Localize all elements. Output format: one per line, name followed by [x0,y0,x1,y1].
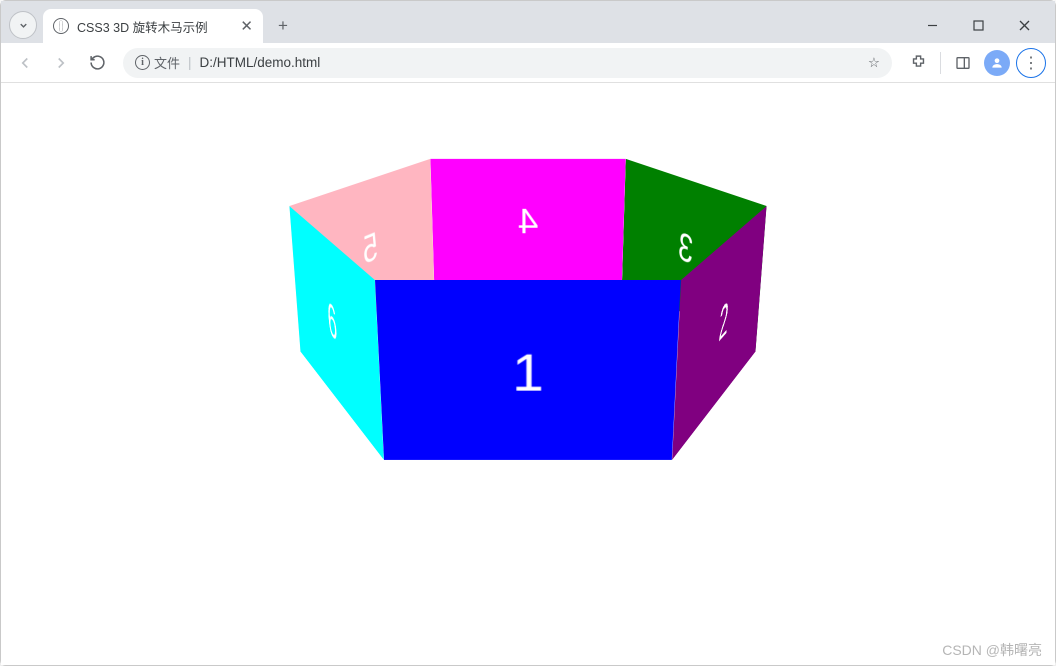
window-controls [909,7,1047,43]
side-panel-icon[interactable] [947,47,979,79]
carousel-panel-1: 1 [375,280,681,460]
close-tab-icon[interactable]: ✕ [240,17,253,35]
reload-button[interactable] [81,47,113,79]
kebab-icon: ⋮ [1016,48,1046,78]
profile-avatar[interactable] [981,47,1013,79]
divider [940,52,941,74]
carousel-scene: 1 2 3 4 5 6 [378,203,678,403]
menu-button[interactable]: ⋮ [1015,47,1047,79]
globe-icon [53,18,69,34]
panel-number: 5 [362,223,379,274]
page-viewport: 1 2 3 4 5 6 [1,83,1055,665]
carousel-3d: 1 2 3 4 5 6 [409,206,647,352]
file-label: 文件 [154,53,180,72]
toolbar: i 文件 | D:/HTML/demo.html ☆ ⋮ [1,43,1055,83]
info-icon: i [135,55,150,70]
minimize-button[interactable] [909,9,955,41]
avatar-icon [984,50,1010,76]
extensions-icon[interactable] [902,47,934,79]
tab-strip: CSS3 3D 旋转木马示例 ✕ + [1,1,1055,43]
watermark: CSDN @韩曙亮 [942,640,1042,660]
forward-button[interactable] [45,47,77,79]
tab-title: CSS3 3D 旋转木马示例 [77,17,208,36]
new-tab-button[interactable]: + [269,12,297,40]
browser-tab[interactable]: CSS3 3D 旋转木马示例 ✕ [43,9,263,43]
panel-number: 1 [512,342,544,402]
panel-number: 2 [718,289,730,353]
panel-number: 6 [326,289,338,353]
carousel-panel-4: 4 [430,159,625,281]
site-info-chip[interactable]: i 文件 [135,53,180,72]
panel-number: 4 [518,201,539,242]
close-window-button[interactable] [1001,9,1047,41]
address-bar[interactable]: i 文件 | D:/HTML/demo.html ☆ [123,48,892,78]
plus-icon: + [278,16,288,36]
panel-number: 3 [677,223,694,274]
toolbar-right: ⋮ [902,47,1047,79]
tab-search-button[interactable] [9,11,37,39]
browser-window: CSS3 3D 旋转木马示例 ✕ + [0,0,1056,666]
bookmark-star-icon[interactable]: ☆ [868,55,880,71]
back-button[interactable] [9,47,41,79]
url-text: D:/HTML/demo.html [200,55,321,70]
maximize-button[interactable] [955,9,1001,41]
